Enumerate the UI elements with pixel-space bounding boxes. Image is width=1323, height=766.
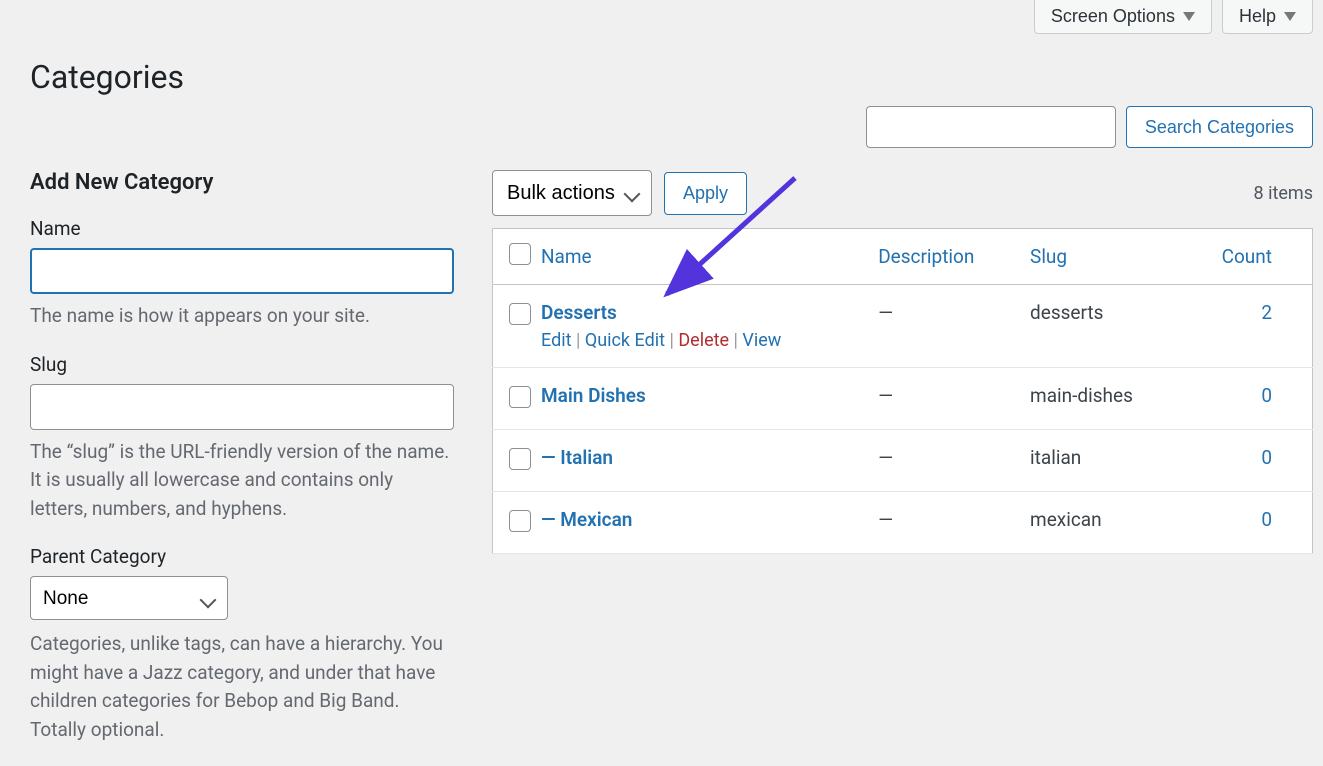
- row-slug: italian: [1020, 430, 1181, 492]
- name-desc: The name is how it appears on your site.: [30, 302, 454, 331]
- page-title: Categories: [0, 34, 1323, 106]
- table-row: Main Dishes —main-dishes 0: [493, 368, 1313, 430]
- slug-label: Slug: [30, 353, 454, 376]
- slug-desc: The “slug” is the URL-friendly version o…: [30, 438, 454, 524]
- table-row: Desserts Edit | Quick Edit | Delete | Vie…: [493, 285, 1313, 368]
- row-count-link[interactable]: 0: [1261, 446, 1272, 469]
- edit-link[interactable]: Edit: [541, 330, 571, 351]
- items-count: 8 items: [1254, 183, 1313, 204]
- row-count-link[interactable]: 2: [1261, 301, 1272, 324]
- row-description: —: [868, 368, 1020, 430]
- col-name[interactable]: Name: [541, 245, 592, 268]
- category-name-link[interactable]: Desserts: [541, 301, 617, 324]
- name-label: Name: [30, 217, 454, 240]
- bulk-actions-select[interactable]: Bulk actions: [492, 170, 652, 216]
- categories-table: Name Description Slug Count Desserts Edit…: [492, 228, 1313, 554]
- row-slug: desserts: [1020, 285, 1181, 368]
- delete-link[interactable]: Delete: [678, 330, 729, 351]
- category-name-link[interactable]: Main Dishes: [541, 384, 646, 407]
- col-count[interactable]: Count: [1222, 245, 1272, 268]
- add-new-heading: Add New Category: [30, 170, 454, 195]
- row-checkbox[interactable]: [509, 510, 531, 532]
- row-count-link[interactable]: 0: [1261, 384, 1272, 407]
- row-description: —: [868, 430, 1020, 492]
- row-checkbox[interactable]: [509, 448, 531, 470]
- quick-edit-link[interactable]: Quick Edit: [585, 330, 665, 351]
- parent-select[interactable]: None: [30, 576, 228, 620]
- parent-desc: Categories, unlike tags, can have a hier…: [30, 630, 454, 744]
- col-description[interactable]: Description: [878, 245, 974, 268]
- help-label: Help: [1239, 6, 1276, 27]
- row-checkbox[interactable]: [509, 386, 531, 408]
- help-button[interactable]: Help: [1222, 0, 1313, 34]
- screen-options-label: Screen Options: [1051, 6, 1175, 27]
- table-row: — Italian —italian 0: [493, 430, 1313, 492]
- parent-label: Parent Category: [30, 545, 454, 568]
- search-input[interactable]: [866, 106, 1116, 148]
- category-name-link[interactable]: — Italian: [541, 446, 613, 469]
- caret-down-icon: [1284, 12, 1296, 21]
- table-row: — Mexican —mexican 0: [493, 492, 1313, 554]
- row-slug: main-dishes: [1020, 368, 1181, 430]
- row-count-link[interactable]: 0: [1261, 508, 1272, 531]
- caret-down-icon: [1183, 12, 1195, 21]
- row-description: —: [868, 492, 1020, 554]
- row-slug: mexican: [1020, 492, 1181, 554]
- name-input[interactable]: [30, 248, 454, 294]
- search-row: Search Categories: [0, 106, 1323, 148]
- search-categories-button[interactable]: Search Categories: [1126, 106, 1313, 148]
- top-bar: Screen Options Help: [0, 0, 1323, 34]
- screen-options-button[interactable]: Screen Options: [1034, 0, 1212, 34]
- row-checkbox[interactable]: [509, 303, 531, 325]
- select-all-checkbox[interactable]: [509, 243, 531, 265]
- view-link[interactable]: View: [742, 330, 781, 351]
- row-description: —: [868, 285, 1020, 368]
- col-slug[interactable]: Slug: [1030, 245, 1067, 268]
- row-actions: Edit | Quick Edit | Delete | View: [541, 330, 858, 351]
- tablenav: Bulk actions Apply 8 items: [492, 170, 1313, 216]
- slug-input[interactable]: [30, 384, 454, 430]
- category-name-link[interactable]: — Mexican: [541, 508, 632, 531]
- apply-button[interactable]: Apply: [664, 172, 747, 215]
